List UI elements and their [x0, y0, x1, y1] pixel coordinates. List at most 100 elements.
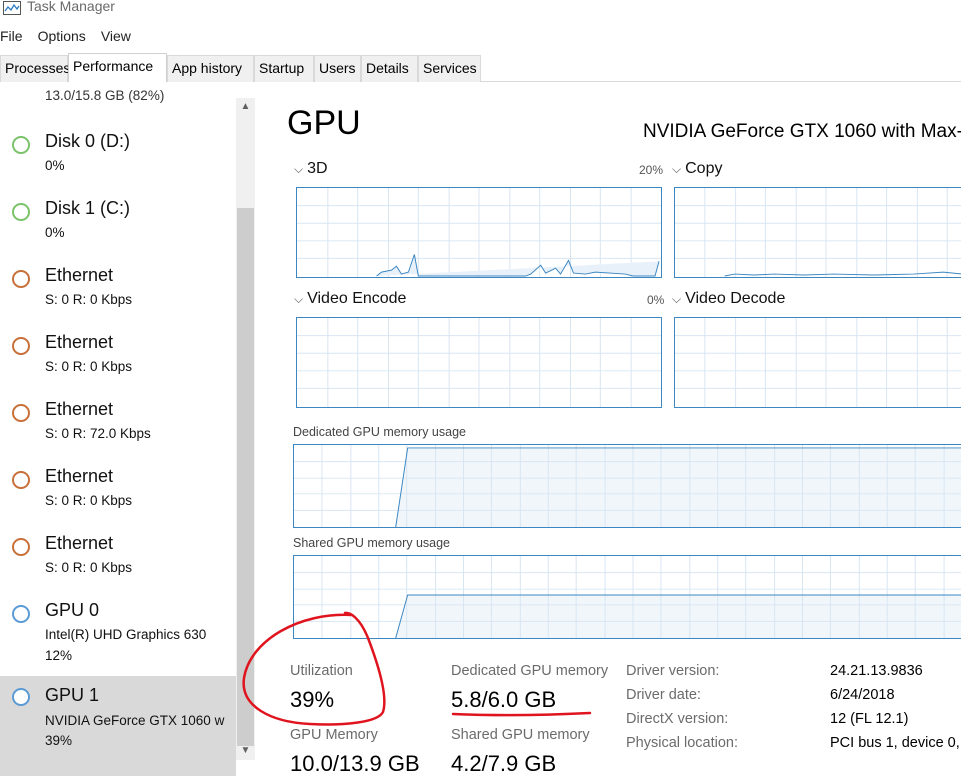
title-bar: Task Manager [0, 0, 961, 20]
ethernet-indicator-icon [12, 404, 30, 422]
sidebar-item-name: GPU 1 [45, 685, 100, 705]
gpu-model-name: NVIDIA GeForce GTX 1060 with Max- [643, 121, 961, 142]
ethernet-indicator-icon [12, 270, 30, 288]
utilization-value: 39% [290, 687, 335, 712]
tab-performance[interactable]: Performance [68, 53, 167, 82]
dedicated-memory-graph-label: Dedicated GPU memory usage [293, 425, 466, 439]
gpu-memory-label: GPU Memory [290, 727, 378, 743]
chevron-down-icon: ⌵ [294, 162, 304, 176]
task-manager-icon [3, 1, 21, 15]
graph-video-encode-label: Video Encode [307, 290, 407, 307]
sidebar-item-gpu-1[interactable]: GPU 1 NVIDIA GeForce GTX 1060 w 39% [0, 676, 236, 776]
graph-video-encode-percent: 0% [647, 293, 665, 307]
graph-copy-label: Copy [685, 160, 723, 177]
menu-bar: File Options View [0, 26, 146, 48]
dedicated-memory-value: 5.8/6.0 GB [451, 687, 557, 712]
sidebar-item-model: Intel(R) UHD Graphics 630 [45, 627, 207, 642]
graph-video-encode-selector[interactable]: ⌵ Video Encode [294, 290, 406, 308]
sidebar-item-value: 12% [45, 648, 73, 663]
sidebar-item-ethernet[interactable]: Ethernet S: 0 R: 0 Kbps [0, 327, 236, 394]
ethernet-indicator-icon [12, 471, 30, 489]
ethernet-indicator-icon [12, 538, 30, 556]
graph-3d-label: 3D [307, 160, 328, 177]
sidebar-scrollbar[interactable]: ▲ ▼ [236, 98, 255, 760]
graph-copy-selector[interactable]: ⌵ Copy [672, 160, 722, 178]
sidebar-item-model: NVIDIA GeForce GTX 1060 w [45, 713, 225, 728]
graph-video-decode-label: Video Decode [685, 290, 786, 307]
shared-memory-graph-label: Shared GPU memory usage [293, 536, 451, 550]
sidebar-item-disk-0[interactable]: Disk 0 (D:) 0% [0, 126, 236, 193]
sidebar-item-value: 0% [45, 225, 65, 240]
gpu-indicator-icon [12, 688, 30, 706]
graph-3d-plot [297, 188, 661, 277]
tab-services[interactable]: Services [418, 55, 481, 82]
menu-options[interactable]: Options [38, 26, 86, 48]
menu-view[interactable]: View [101, 26, 131, 48]
physical-location-value: PCI bus 1, device 0, f [830, 735, 961, 751]
sidebar-item-value: S: 0 R: 0 Kbps [45, 493, 133, 508]
scroll-thumb[interactable] [237, 208, 254, 746]
driver-version-key: Driver version: [626, 663, 720, 679]
shared-memory-label: Shared GPU memory [451, 727, 590, 743]
sidebar-item-name: Disk 0 (D:) [45, 131, 130, 151]
sidebar-item-ethernet[interactable]: Ethernet S: 0 R: 72.0 Kbps [0, 394, 236, 461]
sidebar-item-ethernet[interactable]: Ethernet S: 0 R: 0 Kbps [0, 461, 236, 528]
physical-location-key: Physical location: [626, 735, 739, 751]
chevron-down-icon: ⌵ [672, 162, 682, 176]
sidebar-item-disk-1[interactable]: Disk 1 (C:) 0% [0, 193, 236, 260]
window-title: Task Manager [27, 0, 115, 14]
ethernet-indicator-icon [12, 337, 30, 355]
graph-copy-plot [675, 188, 961, 277]
shared-memory-value: 4.2/7.9 GB [451, 751, 557, 776]
tab-users[interactable]: Users [314, 55, 361, 82]
gpu-detail-panel: GPU NVIDIA GeForce GTX 1060 with Max- ⌵ 3… [256, 84, 961, 776]
driver-date-key: Driver date: [626, 687, 701, 703]
dedicated-memory-plot [294, 445, 961, 527]
sidebar-item-ethernet[interactable]: Ethernet S: 0 R: 0 Kbps [0, 260, 236, 327]
menu-file[interactable]: File [0, 26, 23, 48]
sidebar-item-value: S: 0 R: 0 Kbps [45, 560, 133, 575]
sidebar-item-gpu-0[interactable]: GPU 0 Intel(R) UHD Graphics 630 12% [0, 595, 236, 675]
graph-3d [296, 187, 662, 278]
memory-usage-text: 13.0/15.8 GB (82%) [45, 90, 165, 103]
tab-bar: Processes Performance App history Startu… [0, 53, 961, 82]
sidebar-item-name: Ethernet [45, 332, 114, 352]
graph-video-decode-selector[interactable]: ⌵ Video Decode [672, 290, 785, 308]
sidebar-item-ethernet[interactable]: Ethernet S: 0 R: 0 Kbps [0, 528, 236, 595]
driver-version-value: 24.21.13.9836 [830, 663, 923, 679]
sidebar-item-name: Disk 1 (C:) [45, 198, 130, 218]
graph-video-decode [674, 317, 961, 408]
dedicated-memory-label: Dedicated GPU memory [451, 663, 609, 679]
disk-indicator-icon [12, 203, 30, 221]
directx-version-value: 12 (FL 12.1) [830, 711, 909, 727]
sidebar-item-name: Ethernet [45, 399, 114, 419]
tab-processes[interactable]: Processes [0, 55, 70, 82]
directx-version-key: DirectX version: [626, 711, 729, 727]
gpu-memory-value: 10.0/13.9 GB [290, 751, 420, 776]
graph-3d-selector[interactable]: ⌵ 3D [294, 160, 328, 178]
tab-details[interactable]: Details [361, 55, 418, 82]
scroll-down-icon[interactable]: ▼ [236, 744, 255, 758]
tab-startup[interactable]: Startup [254, 55, 314, 82]
performance-sidebar: 13.0/15.8 GB (82%) Disk 0 (D:) 0% Disk 1… [0, 90, 236, 776]
graph-3d-percent: 20% [639, 163, 664, 177]
sidebar-item-value: S: 0 R: 72.0 Kbps [45, 426, 151, 441]
tab-app-history[interactable]: App history [167, 55, 254, 82]
sidebar-item-name: Ethernet [45, 265, 114, 285]
sidebar-item-value: S: 0 R: 0 Kbps [45, 359, 133, 374]
shared-memory-graph [293, 555, 961, 639]
sidebar-item-value: S: 0 R: 0 Kbps [45, 292, 133, 307]
page-title: GPU [287, 104, 361, 142]
disk-indicator-icon [12, 136, 30, 154]
shared-memory-plot [294, 556, 961, 638]
driver-date-value: 6/24/2018 [830, 687, 895, 703]
graph-video-encode-plot [297, 318, 661, 407]
gpu-indicator-icon [12, 605, 30, 623]
sidebar-item-value: 39% [45, 733, 73, 748]
chevron-down-icon: ⌵ [672, 292, 682, 306]
sidebar-item-name: Ethernet [45, 466, 114, 486]
dedicated-memory-graph [293, 444, 961, 528]
utilization-label: Utilization [290, 663, 353, 679]
scroll-up-icon[interactable]: ▲ [236, 100, 255, 114]
graph-copy [674, 187, 961, 278]
